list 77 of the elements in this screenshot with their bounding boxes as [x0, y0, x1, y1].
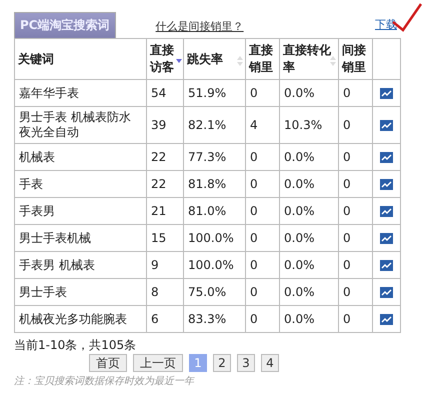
table-cell: 39	[151, 118, 166, 132]
table-cell: 男士手表 机械表防水夜光全自动	[19, 110, 131, 139]
table-cell: 嘉年华手表	[19, 86, 79, 100]
table-cell: 0	[343, 150, 351, 164]
chart-icon[interactable]	[380, 206, 393, 216]
column-header: 关键词	[18, 50, 54, 68]
table-cell: 0.0%	[284, 150, 314, 164]
page-button[interactable]: 2	[213, 354, 231, 372]
table-cell: 0	[250, 258, 258, 272]
table-cell: 0	[343, 284, 351, 298]
table-cell: 6	[151, 312, 159, 326]
table-cell: 22	[151, 176, 166, 190]
column-header: 跳失率	[187, 50, 223, 68]
table-cell: 0.0%	[284, 204, 314, 218]
table-cell: 0.0%	[284, 176, 314, 190]
table-cell: 0.0%	[284, 230, 314, 244]
table-cell: 0	[250, 284, 258, 298]
table-cell: 0	[250, 230, 258, 244]
column-header: 间接销里	[342, 42, 367, 76]
help-link[interactable]: 什么是间接销里？	[156, 19, 244, 34]
table-cell: 0	[250, 86, 258, 100]
table-cell: 83.3%	[188, 312, 226, 326]
table-cell: 100.0%	[188, 258, 234, 272]
table-cell: 21	[151, 204, 166, 218]
table-cell: 15	[151, 230, 166, 244]
chart-icon[interactable]	[380, 152, 393, 162]
column-header: 直接销里	[249, 42, 274, 76]
table-cell: 0	[343, 312, 351, 326]
table-cell: 男士手表	[19, 284, 67, 298]
table-cell: 8	[151, 284, 159, 298]
table-cell: 0	[250, 176, 258, 190]
note-text: 注：宝贝搜索词数据保存时效为最近一年	[14, 374, 196, 388]
table-cell: 82.1%	[188, 118, 226, 132]
table-cell: 男士手表机械	[19, 230, 91, 244]
table-cell: 0	[250, 204, 258, 218]
table-cell: 手表男	[19, 204, 55, 218]
chart-icon[interactable]	[380, 314, 393, 324]
table-cell: 0.0%	[284, 86, 314, 100]
table-cell: 81.8%	[188, 176, 226, 190]
table-cell: 10.3%	[284, 118, 322, 132]
page-button[interactable]: 首页	[89, 354, 127, 372]
table-cell: 机械表	[19, 150, 55, 164]
chart-icon[interactable]	[380, 178, 393, 190]
chart-icon[interactable]	[380, 88, 393, 98]
chart-icon[interactable]	[380, 120, 393, 130]
page-button[interactable]: 上一页	[133, 354, 183, 372]
table-cell: 81.0%	[188, 204, 226, 218]
table-cell: 22	[151, 150, 166, 164]
table-cell: 100.0%	[188, 230, 234, 244]
table-cell: 0	[343, 258, 351, 272]
chart-icon[interactable]	[380, 286, 393, 298]
table-cell: 手表男 机械表	[19, 258, 95, 272]
table-cell: 9	[151, 258, 159, 272]
page-button[interactable]: 4	[261, 354, 279, 372]
page-button[interactable]: 3	[237, 354, 255, 372]
column-header: 直接转化率	[283, 42, 331, 76]
table-cell: 75.0%	[188, 284, 226, 298]
table-cell: 0	[343, 86, 351, 100]
result-summary: 当前1-10条，共105条	[14, 337, 138, 354]
table-cell: 0.0%	[284, 258, 314, 272]
table-cell: 4	[250, 118, 258, 132]
table-cell: 0	[343, 230, 351, 244]
table-cell: 77.3%	[188, 150, 226, 164]
table-cell: 0.0%	[284, 284, 314, 298]
table-cell: 手表	[19, 176, 43, 190]
table-cell: 54	[151, 86, 166, 100]
table-cell: 机械夜光多功能腕表	[19, 312, 127, 326]
chart-icon[interactable]	[380, 260, 393, 270]
chart-icon[interactable]	[380, 232, 393, 244]
table-cell: 0	[343, 176, 351, 190]
table-cell: 0.0%	[284, 312, 314, 326]
table-cell: 0	[343, 118, 351, 132]
column-header: 直接访客	[150, 42, 175, 76]
table-cell: 51.9%	[188, 86, 226, 100]
table-cell: 0	[250, 150, 258, 164]
table-cell: 0	[250, 312, 258, 326]
table-cell: 0	[343, 204, 351, 218]
